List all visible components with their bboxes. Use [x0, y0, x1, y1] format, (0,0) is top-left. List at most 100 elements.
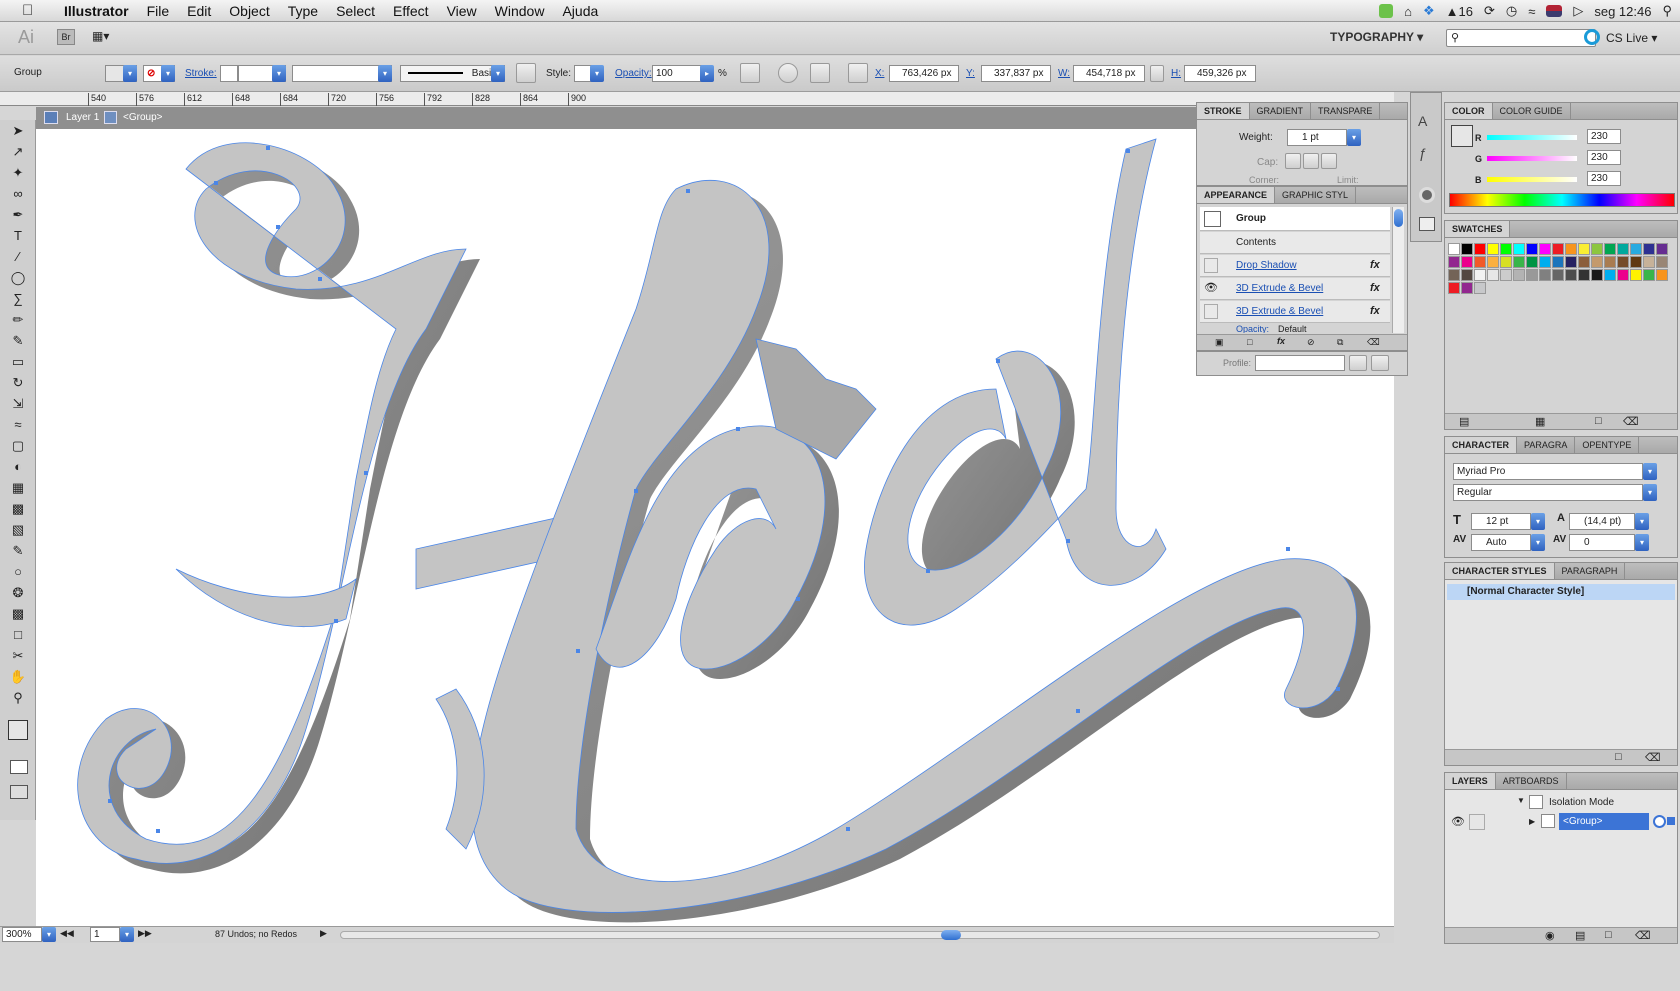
zoom-dropdown[interactable]: ▾: [42, 927, 56, 942]
swatch[interactable]: [1474, 256, 1486, 268]
shape-builder-tool-icon[interactable]: ◐: [9, 458, 27, 475]
collapse-triangle-icon[interactable]: ▶: [1529, 817, 1535, 826]
x-label[interactable]: X:: [875, 68, 884, 79]
duplicate-item-icon[interactable]: ⧉: [1337, 337, 1343, 348]
time-machine-icon[interactable]: ◷: [1506, 3, 1517, 19]
layer-name-group[interactable]: <Group>: [1559, 813, 1649, 830]
swatch[interactable]: [1656, 243, 1668, 255]
effect-row-drop-shadow[interactable]: Drop Shadow fx: [1200, 255, 1390, 277]
contents-row[interactable]: Contents: [1200, 232, 1390, 254]
swatch[interactable]: [1474, 243, 1486, 255]
g-input[interactable]: 230: [1587, 150, 1621, 165]
first-artboard-button[interactable]: ◀◀: [60, 928, 74, 939]
delete-layer-icon[interactable]: ⌫: [1635, 929, 1651, 942]
style-dropdown[interactable]: ▾: [590, 65, 604, 82]
menu-ajuda[interactable]: Ajuda: [562, 3, 598, 19]
appearance-scrollbar[interactable]: [1392, 207, 1404, 333]
font-style-input[interactable]: Regular: [1453, 484, 1643, 501]
visibility-toggle[interactable]: [1204, 304, 1218, 319]
mesh-tool-icon[interactable]: ▩: [9, 500, 27, 517]
tab-artboards[interactable]: ARTBOARDS: [1496, 773, 1567, 789]
screen-mode-icon[interactable]: [10, 785, 28, 799]
fx-icon[interactable]: fx: [1370, 305, 1380, 317]
tracking-input[interactable]: 0: [1569, 534, 1635, 551]
swatch[interactable]: [1552, 243, 1564, 255]
3d-extrude-link-1[interactable]: 3D Extrude & Bevel: [1236, 283, 1323, 294]
zoom-input[interactable]: 300%: [2, 927, 42, 942]
tab-character-styles[interactable]: CHARACTER STYLES: [1445, 563, 1555, 579]
new-swatch-icon[interactable]: □: [1595, 415, 1602, 427]
letter-d[interactable]: [864, 138, 1167, 626]
opacity-input[interactable]: 100: [652, 65, 702, 82]
delete-style-icon[interactable]: ⌫: [1645, 751, 1661, 764]
scale-tool-icon[interactable]: ⇲: [9, 395, 27, 412]
tab-stroke[interactable]: STROKE: [1197, 103, 1250, 119]
menu-object[interactable]: Object: [229, 3, 269, 19]
kerning-dropdown[interactable]: ▾: [1531, 534, 1545, 551]
flip-across-button[interactable]: [1371, 355, 1389, 371]
blob-brush-tool-icon[interactable]: ✎: [9, 332, 27, 349]
h-label[interactable]: H:: [1171, 68, 1181, 79]
gradient-tool-icon[interactable]: ▧: [9, 521, 27, 538]
stroke-label[interactable]: Stroke:: [185, 68, 217, 79]
butt-cap-button[interactable]: [1285, 153, 1301, 169]
sync-icon[interactable]: ⟳: [1484, 3, 1495, 19]
arrange-documents-button[interactable]: ▦▾: [92, 29, 124, 45]
swatch[interactable]: [1500, 243, 1512, 255]
fill-stroke-indicator[interactable]: [1451, 125, 1473, 147]
home-icon[interactable]: ⌂: [1404, 4, 1412, 19]
perspective-grid-tool-icon[interactable]: ▦: [9, 479, 27, 496]
adobe-status-icon[interactable]: ▲16: [1446, 4, 1473, 19]
back-arrow-icon[interactable]: [44, 111, 58, 124]
swatch[interactable]: [1552, 269, 1564, 281]
new-layer-icon[interactable]: □: [1605, 929, 1612, 941]
layer-eye-icon[interactable]: 👁: [1451, 815, 1465, 828]
swatch[interactable]: [1617, 256, 1629, 268]
profile-dropdown[interactable]: ▾: [378, 65, 392, 82]
projecting-cap-button[interactable]: [1321, 153, 1337, 169]
wifi-icon[interactable]: ≈: [1528, 4, 1535, 19]
swatch[interactable]: [1565, 269, 1577, 281]
paintbrush-tool-icon[interactable]: ∑: [9, 290, 27, 307]
b-slider[interactable]: [1487, 177, 1577, 182]
swatch[interactable]: [1500, 269, 1512, 281]
help-search-input[interactable]: ⚲: [1446, 29, 1596, 47]
selection-tool-icon[interactable]: ➤: [9, 122, 27, 139]
swatch[interactable]: [1526, 256, 1538, 268]
font-family-dropdown[interactable]: ▾: [1643, 463, 1657, 480]
fill-dropdown[interactable]: ▾: [123, 65, 137, 82]
swatch[interactable]: [1630, 243, 1642, 255]
stroke-weight-dropdown[interactable]: ▾: [272, 65, 286, 82]
w-label[interactable]: W:: [1058, 68, 1070, 79]
workspace-switcher[interactable]: TYPOGRAPHY ▾: [1330, 30, 1423, 44]
font-family-input[interactable]: Myriad Pro: [1453, 463, 1643, 480]
swatch[interactable]: [1604, 256, 1616, 268]
swatch[interactable]: [1604, 269, 1616, 281]
swatch[interactable]: [1643, 243, 1655, 255]
opacity-label[interactable]: Opacity:: [615, 68, 652, 79]
fx-icon[interactable]: fx: [1370, 259, 1380, 271]
menu-effect[interactable]: Effect: [393, 3, 429, 19]
new-style-icon[interactable]: □: [1615, 751, 1622, 763]
clear-appearance-icon[interactable]: ⊘: [1307, 337, 1315, 348]
scroll-thumb[interactable]: [941, 930, 961, 940]
free-transform-tool-icon[interactable]: ▢: [9, 437, 27, 454]
direct-selection-tool-icon[interactable]: ↗: [9, 143, 27, 160]
status-menu-arrow[interactable]: ▶: [320, 928, 327, 939]
swatch[interactable]: [1448, 243, 1460, 255]
y-input[interactable]: 337,837 px: [981, 65, 1051, 82]
magic-wand-tool-icon[interactable]: ✦: [9, 164, 27, 181]
fill-stroke-swatch[interactable]: [8, 720, 28, 740]
apple-menu-icon[interactable]: : [22, 2, 44, 19]
3d-extrude-link-2[interactable]: 3D Extrude & Bevel: [1236, 306, 1323, 317]
drop-shadow-link[interactable]: Drop Shadow: [1236, 260, 1297, 271]
swatch[interactable]: [1539, 256, 1551, 268]
eyedropper-tool-icon[interactable]: ✎: [9, 542, 27, 559]
r-slider[interactable]: [1487, 135, 1577, 140]
warp-tool-icon[interactable]: ≈: [9, 416, 27, 433]
swatch[interactable]: [1617, 269, 1629, 281]
artboard-canvas[interactable]: [36, 129, 1394, 926]
cs-live-button[interactable]: CS Live ▾: [1606, 31, 1657, 45]
add-fill-icon[interactable]: □: [1247, 337, 1252, 347]
x-input[interactable]: 763,426 px: [889, 65, 959, 82]
